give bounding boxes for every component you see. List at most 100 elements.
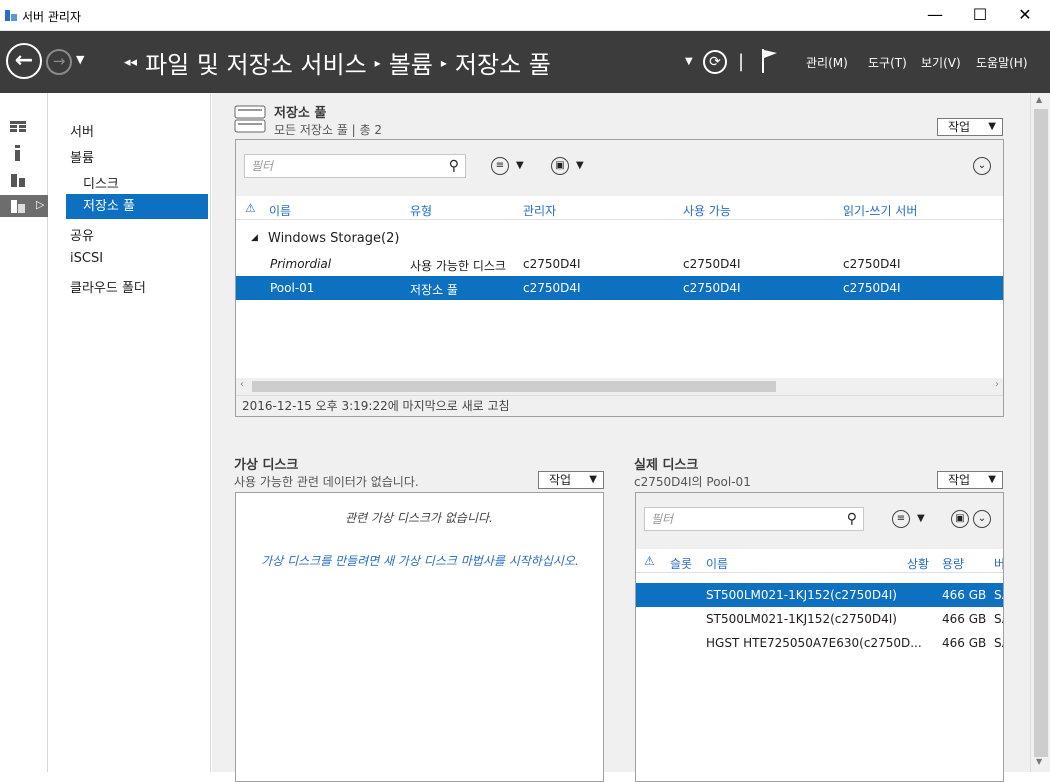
vdisk-task-button[interactable]: 작업 ▼ <box>538 471 604 489</box>
col-rw-server[interactable]: 읽기-쓰기 서버 <box>843 202 917 219</box>
local-server-icon[interactable] <box>10 145 26 161</box>
scroll-thumb[interactable] <box>1034 109 1048 757</box>
minimize-button[interactable]: — <box>912 0 958 30</box>
col-manager[interactable]: 관리자 <box>523 202 556 219</box>
dashboard-icon[interactable] <box>10 119 26 135</box>
nav-item-cloud-folders[interactable]: 클라우드 폴더 <box>70 277 146 296</box>
list-options-dropdown-icon[interactable]: ▼ <box>917 513 925 524</box>
warning-column-icon[interactable]: ⚠ <box>644 554 655 568</box>
scroll-right-icon[interactable]: › <box>995 379 999 390</box>
collapse-chevron-icon[interactable]: ⌄ <box>973 157 991 175</box>
breadcrumb-separator-icon: ▸ <box>374 55 381 70</box>
vertical-scrollbar[interactable]: ▲ ▼ <box>1030 93 1050 772</box>
nav-item-servers[interactable]: 서버 <box>70 121 94 140</box>
all-servers-icon[interactable] <box>10 171 26 187</box>
pools-filter-input[interactable]: 필터 ⚲ <box>244 154 466 178</box>
col-available[interactable]: 사용 가능 <box>683 202 731 219</box>
row-bus: SA <box>994 636 1003 650</box>
table-row[interactable]: HGST HTE725050A7E630(c2750D... 466 GB SA <box>636 631 1003 655</box>
close-button[interactable]: ✕ <box>1002 0 1048 30</box>
row-bus: SA <box>994 612 1003 626</box>
nav-item-shares[interactable]: 공유 <box>70 225 94 244</box>
scroll-down-icon[interactable]: ▼ <box>1036 757 1042 766</box>
table-row-selected[interactable]: ST500LM021-1KJ152(c2750D4I) 466 GB SA <box>636 583 1003 607</box>
collapse-chevron-icon[interactable]: ⌄ <box>973 510 991 528</box>
maximize-button[interactable]: ☐ <box>957 0 1003 30</box>
scroll-left-icon[interactable]: ‹ <box>240 379 244 390</box>
row-name: Pool-01 <box>270 281 315 295</box>
row-name: Primordial <box>270 257 332 271</box>
pools-filterbar: 필터 ⚲ ≡ ▼ ▣ ▼ ⌄ <box>236 140 1003 196</box>
group-collapse-icon[interactable]: ◢ <box>251 233 258 243</box>
breadcrumb-storage-pools[interactable]: 저장소 풀 <box>455 45 551 80</box>
nav-item-volumes[interactable]: 볼륨 <box>70 147 94 166</box>
col-name[interactable]: 이름 <box>269 202 291 219</box>
pdisk-panel: 필터 ⚲ ≡ ▼ ▣ ⌄ ⚠ 슬롯 이름 상황 용량 버 ST500LM021-1… <box>635 492 1004 782</box>
list-options-dropdown-icon[interactable]: ▼ <box>516 160 524 171</box>
expand-chevron-icon[interactable]: ▷ <box>36 198 44 211</box>
breadcrumb-dropdown-icon[interactable]: ▼ <box>685 56 693 67</box>
vdisk-panel: 관련 가상 디스크가 없습니다. 가상 디스크를 만들려면 새 가상 디스크 마… <box>235 492 604 782</box>
title-bar: 서버 관리자 — ☐ ✕ <box>0 0 1050 31</box>
breadcrumb-separator-icon: ▸ <box>440 55 447 70</box>
scroll-up-icon[interactable]: ▲ <box>1036 95 1042 104</box>
menu-tools[interactable]: 도구(T) <box>868 54 907 71</box>
horizontal-scrollbar[interactable]: ‹ › <box>236 378 1003 395</box>
back-arrow-icon[interactable]: ← <box>6 43 42 79</box>
warning-column-icon[interactable]: ⚠ <box>245 201 256 215</box>
row-manager: c2750D4I <box>523 281 581 295</box>
list-options-icon[interactable]: ≡ <box>491 157 509 175</box>
row-available: c2750D4I <box>683 281 741 295</box>
left-rail: ▷ <box>0 93 48 772</box>
command-bar: ← → ▼ ◂◂ 파일 및 저장소 서비스 ▸ 볼륨 ▸ 저장소 풀 ▼ ⟳ |… <box>0 31 1050 93</box>
nav-item-iscsi[interactable]: iSCSI <box>70 251 103 266</box>
table-row-selected[interactable]: Pool-01 저장소 풀 c2750D4I c2750D4I c2750D4I <box>236 276 1003 300</box>
menu-manage[interactable]: 관리(M) <box>806 54 848 71</box>
history-dropdown-icon[interactable]: ▼ <box>76 53 84 66</box>
search-icon[interactable]: ⚲ <box>449 155 459 177</box>
pools-panel: 필터 ⚲ ≡ ▼ ▣ ▼ ⌄ ⚠ 이름 유형 관리자 사용 가능 읽기-쓰기 서버… <box>235 139 1004 417</box>
save-query-icon[interactable]: ▣ <box>951 510 969 528</box>
breadcrumb-file-storage[interactable]: 파일 및 저장소 서비스 <box>145 45 367 80</box>
nav-item-disks[interactable]: 디스크 <box>83 173 119 192</box>
col-status[interactable]: 상황 <box>907 555 929 572</box>
header-divider <box>236 219 1003 220</box>
menu-help[interactable]: 도움말(H) <box>976 54 1028 71</box>
row-name: HGST HTE725050A7E630(c2750D... <box>706 636 922 650</box>
col-type[interactable]: 유형 <box>410 202 432 219</box>
pools-task-button[interactable]: 작업 ▼ <box>937 118 1003 136</box>
window-title: 서버 관리자 <box>22 10 82 24</box>
col-bus[interactable]: 버 <box>994 555 1003 572</box>
col-capacity[interactable]: 용량 <box>942 555 964 572</box>
pdisk-filterbar: 필터 ⚲ ≡ ▼ ▣ ⌄ <box>636 493 1003 549</box>
new-vdisk-wizard-link[interactable]: 가상 디스크를 만들려면 새 가상 디스크 마법사를 시작하십시오. <box>250 554 590 569</box>
row-available: c2750D4I <box>683 257 741 271</box>
search-icon[interactable]: ⚲ <box>847 508 857 530</box>
menu-view[interactable]: 보기(V) <box>921 54 961 71</box>
forward-arrow-icon[interactable]: → <box>46 49 72 75</box>
col-name[interactable]: 이름 <box>706 555 728 572</box>
filter-placeholder: 필터 <box>651 512 674 526</box>
pdisk-filter-input[interactable]: 필터 ⚲ <box>644 507 864 531</box>
notification-flag-icon[interactable] <box>760 48 780 74</box>
vdisk-subtitle: 사용 가능한 관련 데이터가 없습니다. <box>234 475 419 489</box>
breadcrumb-volumes[interactable]: 볼륨 <box>389 45 433 80</box>
scroll-thumb[interactable] <box>252 381 776 392</box>
row-type: 저장소 풀 <box>410 283 458 297</box>
double-chevron-icon[interactable]: ◂◂ <box>124 55 137 70</box>
save-query-dropdown-icon[interactable]: ▼ <box>576 160 584 171</box>
nav-item-storage-pools[interactable]: 저장소 풀 <box>66 194 208 219</box>
refresh-icon[interactable]: ⟳ <box>703 50 727 74</box>
dropdown-arrow-icon: ▼ <box>988 121 996 132</box>
save-query-icon[interactable]: ▣ <box>551 157 569 175</box>
row-bus: SA <box>994 588 1003 602</box>
navigation-pane: 서버 볼륨 디스크 저장소 풀 공유 iSCSI 클라우드 폴더 <box>50 93 211 772</box>
col-slot[interactable]: 슬롯 <box>670 555 692 572</box>
file-storage-rail-selected[interactable]: ▷ <box>0 195 48 217</box>
table-row[interactable]: ST500LM021-1KJ152(c2750D4I) 466 GB SA <box>636 607 1003 631</box>
pdisk-task-button[interactable]: 작업 ▼ <box>937 471 1003 489</box>
vdisk-title: 가상 디스크 <box>234 458 299 473</box>
row-name: ST500LM021-1KJ152(c2750D4I) <box>706 588 897 602</box>
list-options-icon[interactable]: ≡ <box>892 510 910 528</box>
table-row[interactable]: Primordial 사용 가능한 디스크 c2750D4I c2750D4I … <box>236 252 1003 276</box>
